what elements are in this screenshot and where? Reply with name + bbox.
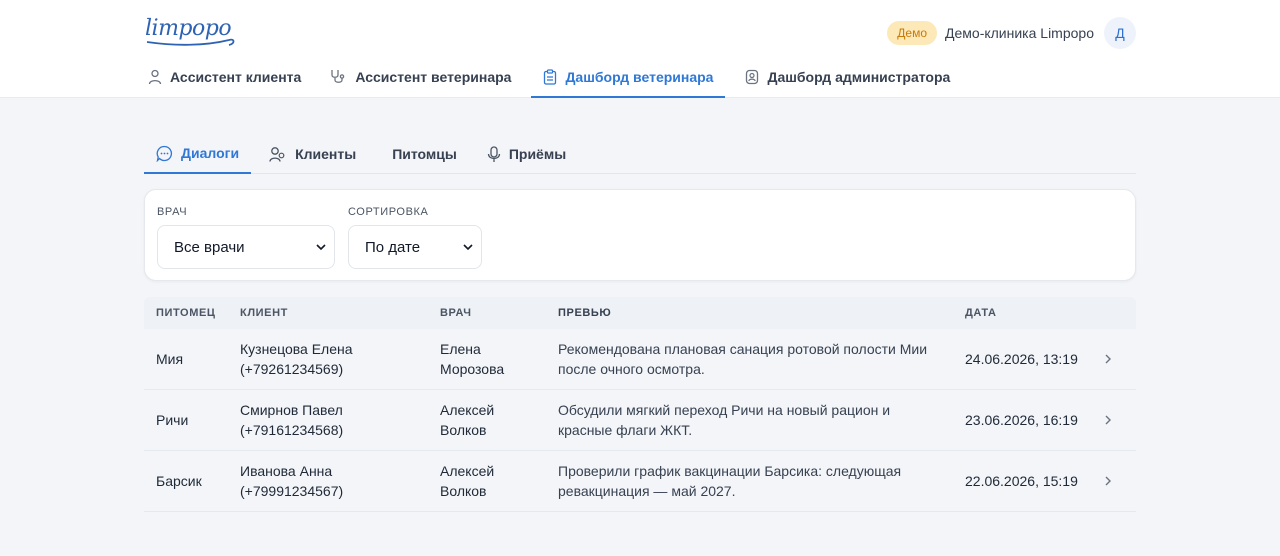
doctor-first-name: Алексей — [440, 463, 495, 479]
table-row[interactable]: Барсик Иванова Анна (+79991234567) Алекс… — [144, 451, 1136, 512]
column-header-client: КЛИЕНТ — [240, 307, 288, 319]
client-name: Иванова Анна — [240, 463, 333, 479]
table-row[interactable]: Ричи Смирнов Павел (+79161234568) Алексе… — [144, 390, 1136, 451]
avatar[interactable]: Д — [1104, 17, 1136, 49]
main-nav: Ассистент клиента Ассистент ветеринара Д… — [144, 57, 970, 98]
client-phone: (+79161234568) — [240, 422, 344, 438]
preview-line-2: ревакцинация — май 2027. — [558, 483, 736, 499]
doctor-select[interactable]: Все врачи — [157, 225, 335, 269]
tab-label: Приёмы — [508, 146, 567, 162]
doctor-last-name: Волков — [440, 483, 487, 499]
chevron-down-icon — [463, 244, 473, 251]
preview-line-2: после очного осмотра. — [558, 361, 705, 377]
preview-line-1: Обсудили мягкий переход Ричи на новый ра… — [558, 402, 891, 418]
client-cell: Иванова Анна (+79991234567) — [240, 461, 420, 501]
doctor-last-name: Морозова — [440, 361, 505, 377]
date-cell: 23.06.2026, 16:19 — [965, 412, 1078, 428]
tab-appointments[interactable]: Приёмы — [475, 134, 578, 174]
date-cell: 24.06.2026, 13:19 — [965, 351, 1078, 367]
admin-badge-icon — [746, 69, 759, 85]
column-header-pet: ПИТОМЕЦ — [156, 307, 216, 319]
header-user-area: Демо Демо-клиника Limpopo Д — [887, 17, 1136, 49]
preview-cell: Проверили график вакцинации Барсика: сле… — [558, 461, 948, 501]
doctor-first-name: Алексей — [440, 402, 495, 418]
top-header: limpopo Демо Демо-клиника Limpopo Д Асси… — [0, 0, 1280, 98]
client-phone: (+79261234569) — [240, 361, 344, 377]
client-name: Кузнецова Елена — [240, 341, 353, 357]
microphone-icon — [487, 145, 500, 162]
tab-clients[interactable]: Клиенты — [257, 134, 368, 174]
stethoscope-icon — [331, 70, 345, 83]
logo-swoosh-icon — [146, 38, 235, 46]
chevron-right-icon[interactable] — [1104, 353, 1112, 365]
clinic-name: Демо-клиника Limpopo — [945, 25, 1094, 41]
client-name: Смирнов Павел — [240, 402, 343, 418]
nav-vet-assistant[interactable]: Ассистент ветеринара — [321, 57, 519, 97]
date-cell: 22.06.2026, 15:19 — [965, 473, 1078, 489]
nav-label: Дашборд ветеринара — [565, 68, 714, 85]
doctor-cell: Елена Морозова — [440, 339, 540, 379]
nav-vet-dashboard[interactable]: Дашборд ветеринара — [531, 57, 726, 98]
nav-label: Ассистент ветеринара — [355, 69, 512, 85]
doctor-select-value: Все врачи — [174, 238, 245, 256]
tab-dialogs[interactable]: Диалоги — [144, 134, 252, 174]
doctor-first-name: Елена — [440, 341, 481, 357]
chevron-right-icon[interactable] — [1104, 475, 1112, 487]
column-header-date: ДАТА — [965, 307, 997, 319]
chat-icon — [156, 145, 173, 162]
pet-name: Мия — [156, 351, 184, 367]
nav-label: Дашборд администратора — [767, 69, 951, 85]
column-header-doctor: ВРАЧ — [440, 307, 472, 319]
chevron-down-icon — [316, 244, 326, 251]
sort-select-value: По дате — [365, 238, 421, 256]
demo-badge: Демо — [887, 21, 938, 45]
preview-line-1: Проверили график вакцинации Барсика: сле… — [558, 463, 902, 479]
nav-admin-dashboard[interactable]: Дашборд администратора — [737, 57, 958, 97]
filter-card: ВРАЧ Все врачи СОРТИРОВКА По дате — [144, 189, 1136, 281]
clipboard-icon — [544, 68, 557, 85]
tab-pets[interactable]: Питомцы — [374, 134, 469, 174]
chevron-right-icon[interactable] — [1104, 414, 1112, 426]
table-row[interactable]: Мия Кузнецова Елена (+79261234569) Елена… — [144, 329, 1136, 390]
column-header-preview: ПРЕВЬЮ — [558, 307, 612, 319]
nav-label: Ассистент клиента — [170, 69, 302, 85]
doctor-filter-label: ВРАЧ — [157, 206, 188, 218]
limpopo-logo[interactable]: limpopo — [145, 16, 235, 46]
person-icon — [148, 69, 162, 85]
preview-line-2: красные флаги ЖКТ. — [558, 422, 693, 438]
sort-select[interactable]: По дате — [348, 225, 482, 269]
tab-label: Диалоги — [181, 145, 240, 161]
dashboard-tabs: Диалоги Клиенты Питомцы Приёмы — [144, 134, 1136, 174]
table-header: ПИТОМЕЦ КЛИЕНТ ВРАЧ ПРЕВЬЮ ДАТА — [144, 297, 1136, 329]
doctor-cell: Алексей Волков — [440, 400, 540, 440]
users-icon — [269, 146, 285, 162]
client-phone: (+79991234567) — [240, 483, 344, 499]
preview-line-1: Рекомендована плановая санация ротовой п… — [558, 341, 928, 357]
sort-filter-label: СОРТИРОВКА — [348, 206, 429, 218]
pet-name: Барсик — [156, 473, 202, 489]
nav-client-assistant[interactable]: Ассистент клиента — [144, 57, 309, 97]
doctor-last-name: Волков — [440, 422, 487, 438]
tab-label: Клиенты — [295, 146, 357, 162]
tab-label: Питомцы — [392, 146, 457, 162]
doctor-cell: Алексей Волков — [440, 461, 540, 501]
client-cell: Смирнов Павел (+79161234568) — [240, 400, 420, 440]
preview-cell: Обсудили мягкий переход Ричи на новый ра… — [558, 400, 948, 440]
client-cell: Кузнецова Елена (+79261234569) — [240, 339, 420, 379]
pet-name: Ричи — [156, 412, 189, 428]
preview-cell: Рекомендована плановая санация ротовой п… — [558, 339, 948, 379]
dialogs-table: ПИТОМЕЦ КЛИЕНТ ВРАЧ ПРЕВЬЮ ДАТА Мия Кузн… — [144, 297, 1136, 512]
